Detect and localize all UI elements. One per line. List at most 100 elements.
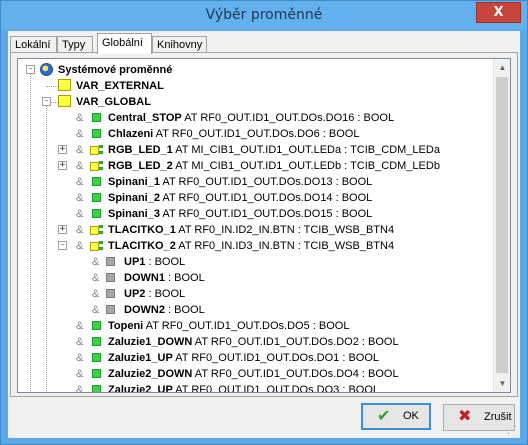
variable-label: TLACITKO_2 AT RF0_IN.ID3_IN.BTN : TCIB_W… xyxy=(108,239,394,253)
variable-declaration: AT MI_CIB1_OUT.ID1_OUT.LEDa : TCIB_CDM_L… xyxy=(172,144,440,156)
reference-icon: & xyxy=(92,304,100,316)
variable-name: Zaluzie2_DOWN xyxy=(108,368,193,380)
collapse-icon[interactable]: - xyxy=(58,241,67,250)
variable-name: Spinani_2 xyxy=(108,192,160,204)
variable-label: DOWN1 : BOOL xyxy=(124,271,205,285)
variable-label: Chlazeni AT RF0_OUT.ID1_OUT.DOs.DO6 : BO… xyxy=(108,127,359,141)
collapse-icon[interactable]: - xyxy=(26,65,35,74)
reference-icon: & xyxy=(76,208,84,220)
variable-name: RGB_LED_1 xyxy=(108,144,173,156)
bool-member-icon xyxy=(106,305,115,314)
bool-var-icon xyxy=(92,177,101,186)
reference-icon: & xyxy=(76,384,84,392)
variable-name: TLACITKO_1 xyxy=(108,224,176,236)
folder-icon xyxy=(58,95,71,107)
expand-icon[interactable]: + xyxy=(58,145,67,154)
tree-guide-line xyxy=(46,86,58,87)
member-icon xyxy=(99,151,103,154)
bool-var-icon xyxy=(92,369,101,378)
collapse-icon[interactable]: - xyxy=(42,97,51,106)
variable-declaration: AT MI_CIB1_OUT.ID1_OUT.LEDb : TCIB_CDM_L… xyxy=(172,160,440,172)
struct-box-icon xyxy=(90,242,99,251)
reference-icon: & xyxy=(92,256,100,268)
tree-content: - Systémové proměnné VAR_EXTERNAL - VAR_… xyxy=(18,59,494,392)
variable-declaration: AT RF0_OUT.ID1_OUT.DOs.DO6 : BOOL xyxy=(153,128,360,140)
bool-var-icon xyxy=(92,337,101,346)
variable-name: UP2 xyxy=(124,288,146,300)
variable-label: Zaluzie2_DOWN AT RF0_OUT.ID1_OUT.DOs.DO4… xyxy=(108,367,399,381)
variable-label: Spinani_3 AT RF0_OUT.ID1_OUT.DOs.DO15 : … xyxy=(108,207,372,221)
variable-declaration: AT RF0_OUT.ID1_OUT.DOs.DO5 : BOOL xyxy=(143,320,350,332)
expand-icon[interactable]: + xyxy=(58,225,67,234)
member-icon xyxy=(99,167,103,170)
variable-name: Chlazeni xyxy=(108,128,154,140)
bool-var-icon xyxy=(92,193,101,202)
window-title: Výběr proměnné xyxy=(205,7,323,23)
resize-grip-icon[interactable]: ⋰ xyxy=(507,425,519,437)
variable-tree[interactable]: - Systémové proměnné VAR_EXTERNAL - VAR_… xyxy=(17,58,511,393)
reference-icon: & xyxy=(76,224,84,236)
variable-name: Topeni xyxy=(108,320,144,332)
variable-label: UP1 : BOOL xyxy=(124,255,185,269)
struct-var-icon xyxy=(90,143,104,157)
variable-name: DOWN1 xyxy=(124,272,165,284)
variable-label: Zaluzie1_UP AT RF0_OUT.ID1_OUT.DOs.DO1 :… xyxy=(108,351,379,365)
bool-var-icon xyxy=(92,113,101,122)
reference-icon: & xyxy=(76,144,84,156)
variable-label: DOWN2 : BOOL xyxy=(124,303,205,317)
expand-icon[interactable]: + xyxy=(58,161,67,170)
variable-label: UP2 : BOOL xyxy=(124,287,185,301)
tree-guide-line xyxy=(51,102,58,103)
reference-icon: & xyxy=(76,320,84,332)
tab-globalni[interactable]: Globální xyxy=(97,33,152,54)
variable-declaration: : BOOL xyxy=(164,304,205,316)
variable-declaration: : BOOL xyxy=(164,272,205,284)
dialog-window: Výběr proměnné X Lokální Typy Globální K… xyxy=(0,0,528,445)
cancel-button[interactable]: ✖ Zrušit xyxy=(443,404,515,431)
struct-box-icon xyxy=(90,146,99,155)
scroll-up-icon[interactable]: ▲ xyxy=(494,59,510,76)
member-icon xyxy=(99,145,103,148)
bool-var-icon xyxy=(92,209,101,218)
tree-guide-line xyxy=(46,103,47,392)
scroll-down-icon[interactable]: ▼ xyxy=(494,375,510,392)
tree-guide-line xyxy=(30,71,31,391)
tree-node-label: VAR_GLOBAL xyxy=(76,96,151,108)
variable-label: Zaluzie1_DOWN AT RF0_OUT.ID1_OUT.DOs.DO2… xyxy=(108,335,399,349)
variable-declaration: : BOOL xyxy=(145,288,186,300)
bool-member-icon xyxy=(106,289,115,298)
bool-var-icon xyxy=(92,385,101,392)
ok-label: OK xyxy=(403,410,419,422)
variable-name: Central_STOP xyxy=(108,112,182,124)
close-button[interactable]: X xyxy=(476,2,521,23)
bool-member-icon xyxy=(106,273,115,282)
bool-var-icon xyxy=(92,353,101,362)
folder-icon xyxy=(58,79,71,91)
variable-declaration: AT RF0_OUT.ID1_OUT.DOs.DO2 : BOOL xyxy=(192,336,399,348)
vertical-scrollbar[interactable]: ▲ ▼ xyxy=(493,59,510,392)
variable-declaration: AT RF0_IN.ID2_IN.BTN : TCIB_WSB_BTN4 xyxy=(175,224,395,236)
member-icon xyxy=(99,231,103,234)
variable-declaration: AT RF0_OUT.ID1_OUT.DOs.DO16 : BOOL xyxy=(181,112,395,124)
variable-label: Spinani_1 AT RF0_OUT.ID1_OUT.DOs.DO13 : … xyxy=(108,175,372,189)
variable-name: Zaluzie1_UP xyxy=(108,352,173,364)
reference-icon: & xyxy=(76,192,84,204)
variable-name: DOWN2 xyxy=(124,304,165,316)
tab-panel: - Systémové proměnné VAR_EXTERNAL - VAR_… xyxy=(10,52,518,397)
bool-member-icon xyxy=(106,257,115,266)
system-variables-icon xyxy=(40,63,53,76)
struct-var-icon xyxy=(90,159,104,173)
struct-box-icon xyxy=(90,226,99,235)
struct-box-icon xyxy=(90,162,99,171)
variable-declaration: AT RF0_OUT.ID1_OUT.DOs.DO13 : BOOL xyxy=(159,176,373,188)
struct-var-icon xyxy=(90,223,104,237)
variable-label: TLACITKO_1 AT RF0_IN.ID2_IN.BTN : TCIB_W… xyxy=(108,223,394,237)
ok-button[interactable]: ✔ OK xyxy=(361,403,431,430)
variable-label: Zaluzie2_UP AT RF0_OUT.ID1_OUT.DOs.DO3 :… xyxy=(108,383,379,392)
variable-declaration: AT RF0_OUT.ID1_OUT.DOs.DO3 : BOOL xyxy=(172,384,380,392)
variable-declaration: AT RF0_OUT.ID1_OUT.DOs.DO4 : BOOL xyxy=(192,368,399,380)
scroll-thumb[interactable] xyxy=(496,77,508,373)
reference-icon: & xyxy=(76,336,84,348)
title-bar[interactable]: Výběr proměnné X xyxy=(1,1,527,30)
check-icon: ✔ xyxy=(377,408,391,425)
